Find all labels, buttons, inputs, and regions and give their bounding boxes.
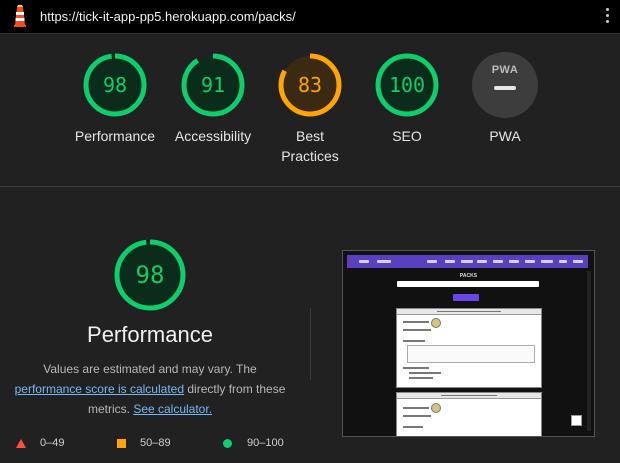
desc-text: Values are estimated and may vary. The [43,362,257,376]
gauge-seo[interactable]: 100 [374,52,440,118]
legend-fail-range: 0–49 [40,437,65,449]
gauge-label-accessibility: Accessibility [174,128,252,144]
label-line: Best [295,128,324,144]
gauge-score: 98 [102,73,128,97]
legend-average-range: 50–89 [140,437,171,449]
score-calculated-link[interactable]: performance score is calculated [15,382,184,396]
fail-triangle-icon [16,439,26,448]
page-screenshot-thumbnail[interactable]: PACKS [342,250,595,437]
more-options-icon[interactable] [605,8,611,26]
lighthouse-icon [14,5,26,27]
gauge-label-performance: Performance [74,128,156,144]
gauge-pwa[interactable]: PWA [472,52,538,118]
legend-pass-range: 90–100 [247,437,284,449]
gauge-label-pwa: PWA [489,128,521,144]
average-square-icon [117,439,126,448]
thumb-navbar [347,255,588,268]
report-topbar: https://tick-it-app-pp5.herokuapp.com/pa… [0,0,620,34]
thumb-pack-card [396,392,542,436]
gauge-label-seo: SEO [392,128,422,144]
gauge-score: 100 [388,73,426,97]
thumb-scrollbar [587,271,591,431]
performance-description: Values are estimated and may vary. The p… [10,359,290,419]
thumb-create-button [453,294,479,301]
label-line: Practices [281,148,339,164]
thumb-feedback-icon [571,415,582,426]
gauge-best-practices[interactable]: 83 [277,52,343,118]
pwa-badge-text: PWA [491,64,519,76]
performance-score-large: 98 [135,261,165,289]
report-url[interactable]: https://tick-it-app-pp5.herokuapp.com/pa… [40,9,296,24]
thumb-pack-card [396,308,542,388]
pass-circle-icon [223,439,232,448]
gauge-score: 91 [200,73,226,97]
performance-title: Performance [87,322,213,347]
gauge-score: 83 [297,73,323,97]
gauge-performance[interactable]: 98 [82,52,148,118]
gauge-accessibility[interactable]: 91 [180,52,246,118]
thumb-search-bar [397,281,539,287]
section-divider [0,186,620,187]
vertical-divider [310,308,311,380]
see-calculator-link[interactable]: See calculator. [133,402,212,416]
thumb-page-heading: PACKS [459,273,478,279]
pwa-dash-icon [494,86,516,90]
gauge-label-best-practices: Best Practices [260,126,360,166]
performance-gauge-large: 98 [113,238,187,312]
